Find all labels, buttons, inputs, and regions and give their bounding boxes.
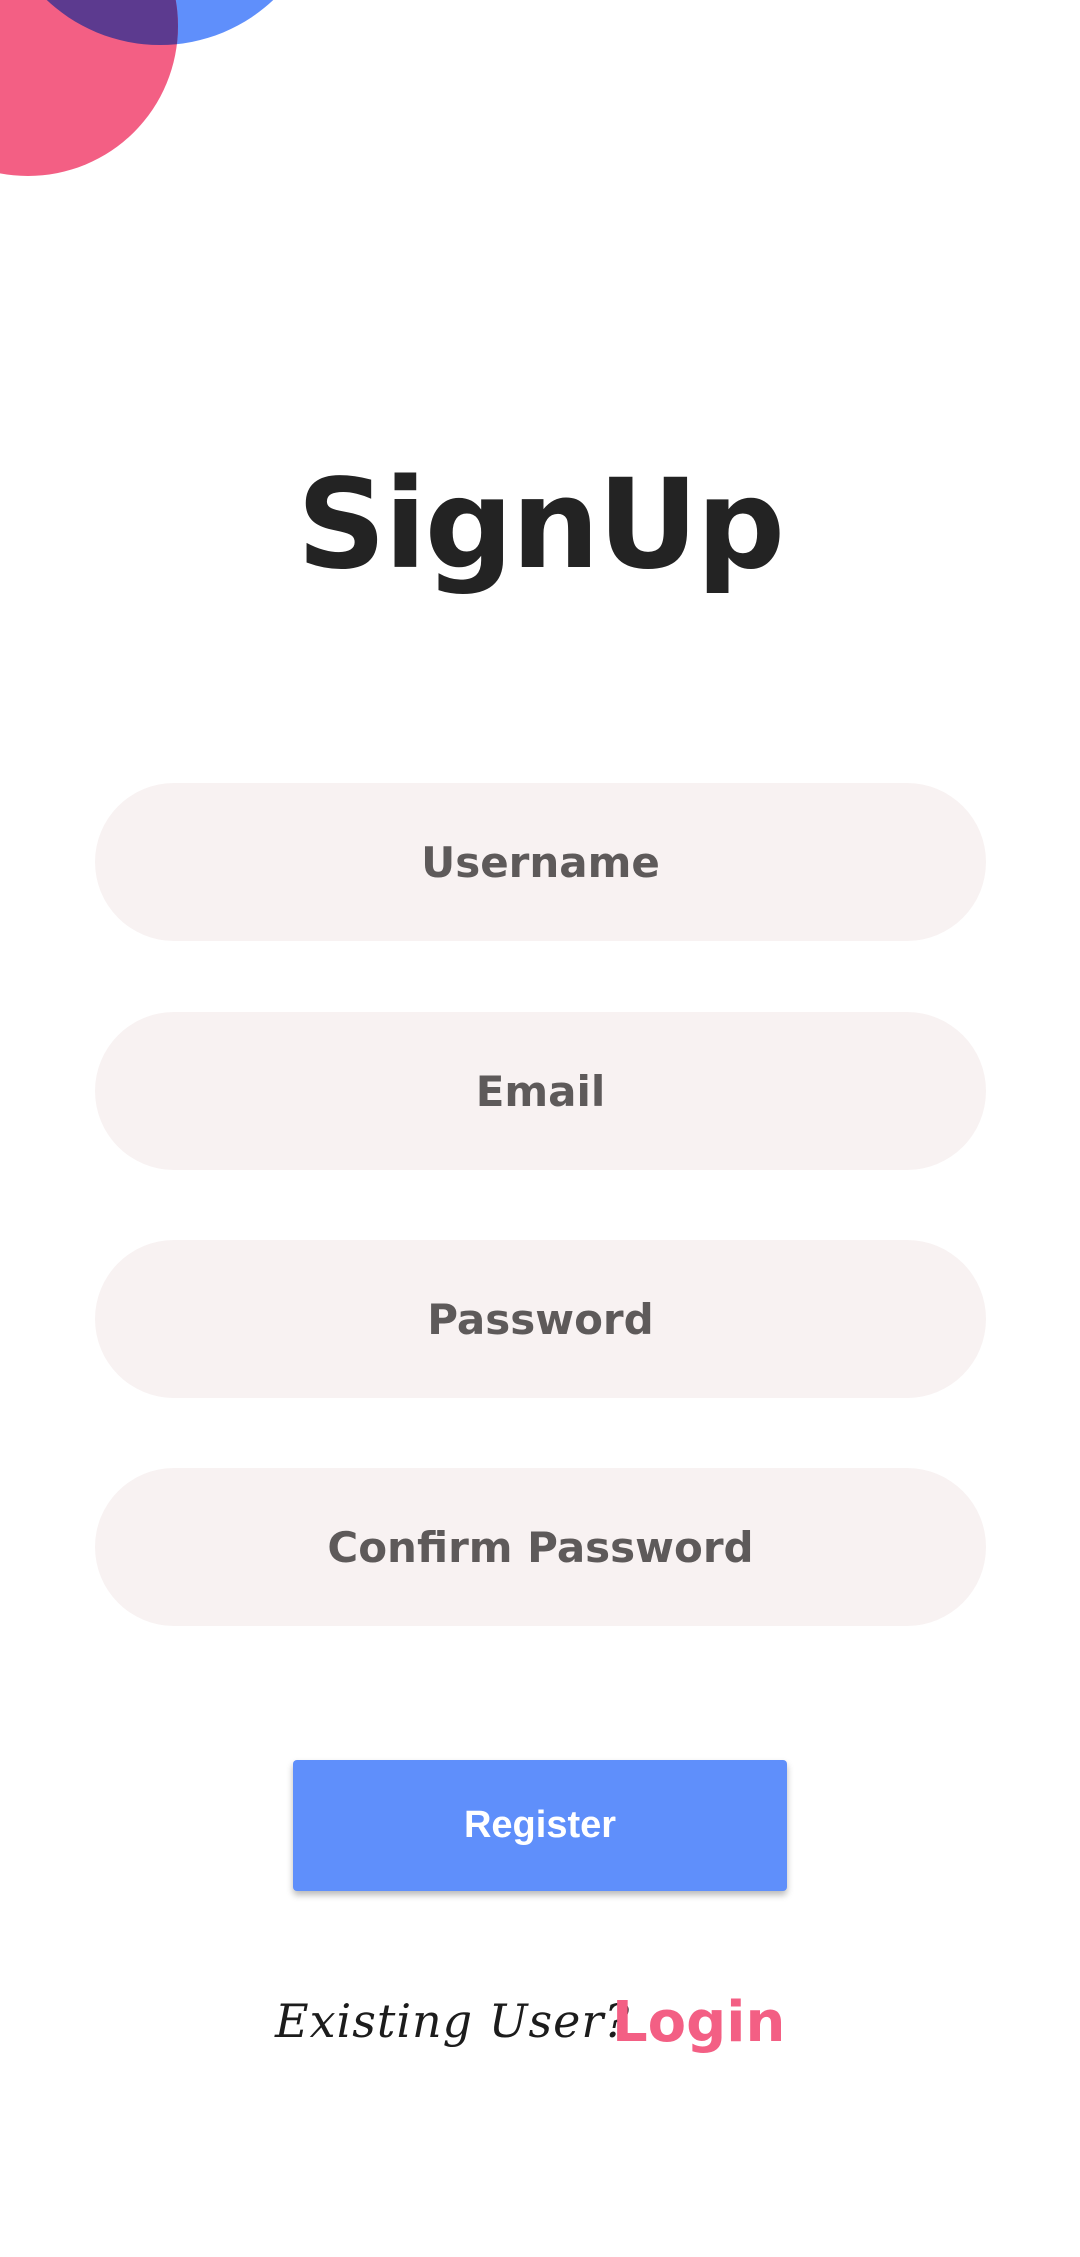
register-button[interactable]: Register xyxy=(293,1760,787,1891)
confirm-password-placeholder: Confirm Password xyxy=(327,1522,754,1572)
confirm-password-field[interactable]: Confirm Password xyxy=(95,1468,986,1626)
password-placeholder: Password xyxy=(427,1294,654,1344)
signup-screen: SignUp Username Email Password Confirm P… xyxy=(0,0,1080,2257)
page-title: SignUp xyxy=(296,453,785,597)
email-field[interactable]: Email xyxy=(95,1012,986,1170)
login-prompt: Existing User? Login xyxy=(0,1990,1080,2080)
password-field[interactable]: Password xyxy=(95,1240,986,1398)
register-button-label: Register xyxy=(463,1804,617,1846)
username-field[interactable]: Username xyxy=(95,783,986,941)
existing-user-text: Existing User? xyxy=(275,1994,630,2048)
email-placeholder: Email xyxy=(475,1066,606,1116)
username-placeholder: Username xyxy=(421,837,660,887)
decorative-overlap xyxy=(0,0,180,60)
login-link[interactable]: Login xyxy=(612,1990,785,2055)
